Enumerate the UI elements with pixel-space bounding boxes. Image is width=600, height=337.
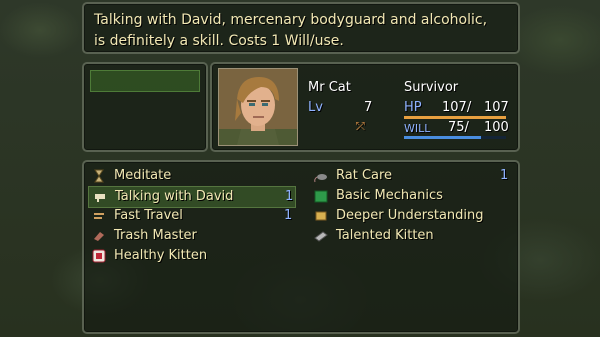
- skill-label: Deeper Understanding: [336, 208, 484, 223]
- green-book-icon: [314, 189, 328, 203]
- trash-icon: [92, 229, 106, 243]
- skill-cost: 1: [285, 189, 294, 204]
- heart-card-icon: [92, 249, 106, 263]
- skill-label: Talking with David: [115, 189, 234, 204]
- skill-label: Meditate: [114, 168, 172, 183]
- skill-item-deeper-understanding[interactable]: Deeper Understanding: [314, 206, 514, 226]
- level-label: Lv: [308, 100, 323, 115]
- scroll-icon: [314, 209, 328, 223]
- status-effect-icon: ⤱: [356, 120, 365, 133]
- actor-name: Mr Cat: [308, 80, 351, 95]
- hp-max: 107: [484, 100, 509, 115]
- skill-label: Basic Mechanics: [336, 188, 443, 203]
- will-label: WILL: [404, 122, 431, 135]
- skill-item-talented-kitten[interactable]: Talented Kitten: [314, 226, 514, 246]
- level-value: 7: [364, 100, 373, 115]
- skill-item-trash-master[interactable]: Trash Master: [92, 226, 292, 246]
- will-gauge-fill: [404, 136, 481, 139]
- skill-cost: 1: [500, 168, 509, 183]
- actor-portrait: [218, 68, 298, 146]
- hp-label: HP: [404, 100, 422, 115]
- skill-type-selected-row[interactable]: [90, 70, 200, 92]
- skill-item-healthy-kitten[interactable]: Healthy Kitten: [92, 246, 292, 266]
- skill-label: Healthy Kitten: [114, 248, 208, 263]
- skill-type-window: [82, 62, 208, 152]
- skill-item-talking-with-david[interactable]: Talking with David 1: [88, 186, 296, 208]
- skill-cost: 1: [284, 208, 293, 223]
- skill-list-window: Meditate Rat Care 1 Talking with David 1…: [82, 160, 520, 334]
- skill-item-fast-travel[interactable]: Fast Travel 1: [92, 206, 292, 226]
- grey-book-icon: [314, 229, 328, 243]
- travel-icon: [92, 209, 106, 223]
- actor-class: Survivor: [404, 80, 459, 95]
- will-value: 75/: [448, 120, 469, 135]
- will-max: 100: [484, 120, 509, 135]
- hp-gauge-fill: [404, 116, 506, 119]
- hp-value: 107/: [442, 100, 472, 115]
- skill-label: Trash Master: [114, 228, 197, 243]
- help-window: Talking with David, mercenary bodyguard …: [82, 2, 520, 54]
- skill-label: Rat Care: [336, 168, 393, 183]
- speech-icon: [93, 190, 107, 204]
- help-text: Talking with David, mercenary bodyguard …: [94, 12, 488, 49]
- skill-item-basic-mechanics[interactable]: Basic Mechanics: [314, 186, 514, 206]
- skill-label: Talented Kitten: [336, 228, 434, 243]
- hourglass-icon: [92, 169, 106, 183]
- status-window: Mr Cat Survivor Lv 7 ⤱ HP 107/ 107 WILL …: [210, 62, 520, 152]
- skill-label: Fast Travel: [114, 208, 183, 223]
- skill-item-meditate[interactable]: Meditate: [92, 166, 292, 186]
- skill-item-rat-care[interactable]: Rat Care 1: [314, 166, 514, 186]
- rat-icon: [314, 169, 328, 183]
